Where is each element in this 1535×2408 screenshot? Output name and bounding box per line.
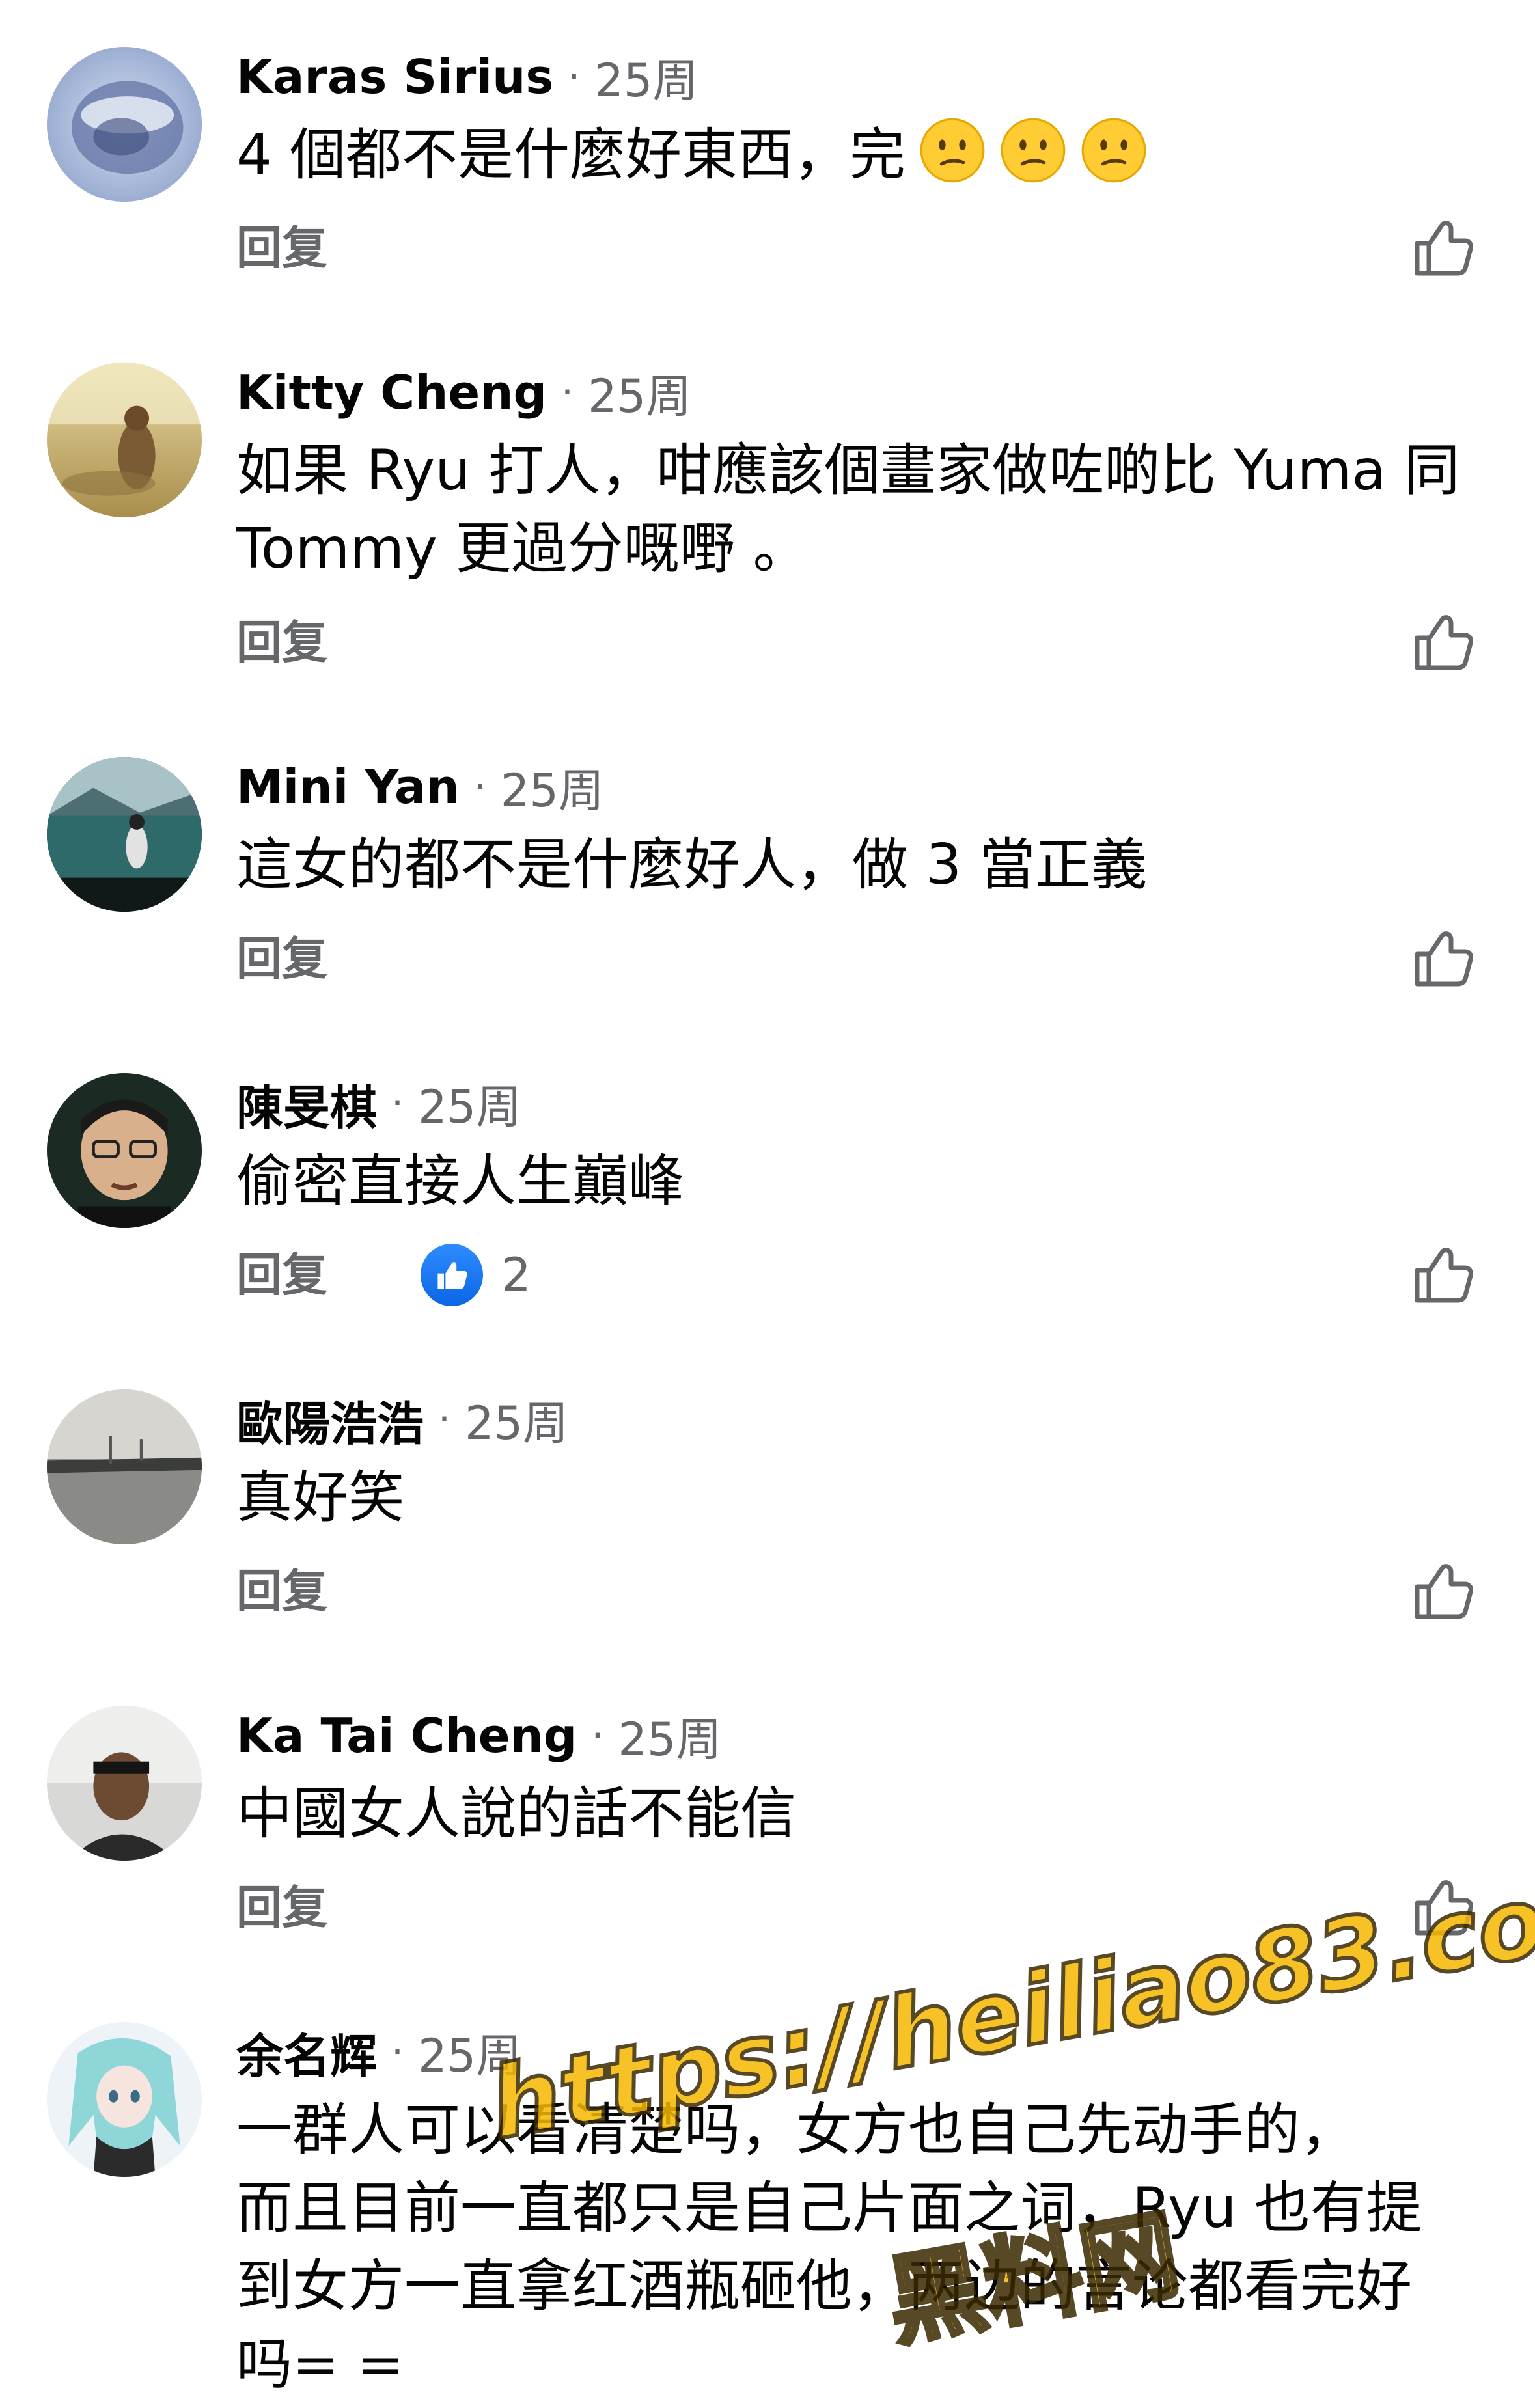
like-button[interactable] <box>1409 1242 1474 1307</box>
reply-button[interactable]: 回复 <box>236 929 327 988</box>
comment-author[interactable]: 歐陽浩浩 <box>236 1386 424 1454</box>
comment-time: 25周 <box>418 2029 522 2083</box>
like-button[interactable] <box>1409 1558 1474 1623</box>
comment-text: 一群人可以看清楚吗，女方也自己先动手的， 而且目前一直都只是自己片面之词，Ryu… <box>236 2091 1473 2403</box>
comment-text: 這女的都不是什麼好人，做 3 當正義 <box>236 832 1148 897</box>
comment-text-line: 吗= = <box>236 2332 404 2397</box>
comment-meta: Ka Tai Cheng · 25周 <box>236 1703 722 1768</box>
comment-time: 25周 <box>465 1396 569 1450</box>
comment-time: 25周 <box>588 369 692 423</box>
avatar[interactable] <box>47 2022 202 2177</box>
comment-time: 25周 <box>618 1712 722 1766</box>
thumbs-up-icon <box>1415 1248 1473 1303</box>
comment-author[interactable]: Ka Tai Cheng <box>236 1708 577 1763</box>
separator-dot: · <box>561 370 574 415</box>
avatar[interactable] <box>47 47 202 202</box>
avatar[interactable] <box>47 1389 202 1544</box>
comment-meta: 陳旻棋 · 25周 <box>236 1071 521 1136</box>
confused-face-icon <box>1080 116 1148 184</box>
comment-meta: Kitty Cheng · 25周 <box>236 360 691 425</box>
comment-author[interactable]: 陳旻棋 <box>236 1069 377 1138</box>
comment-meta: 歐陽浩浩 · 25周 <box>236 1387 568 1452</box>
separator-dot: · <box>568 54 581 100</box>
thumbs-up-icon <box>1415 1880 1473 1936</box>
comment-text-line: 到女方一直拿红酒瓶砸他，两边的言论都看完好 <box>236 2254 1412 2319</box>
comment-text-content: 4 個都不是什麼好東西，完 <box>236 122 906 187</box>
like-reaction-icon <box>421 1244 483 1306</box>
separator-dot: · <box>391 1080 404 1126</box>
comment-text: 如果 Ryu 打人，咁應該個畫家做咗啲比 Yuma 同 Tommy 更過分嘅嘢 … <box>236 431 1473 588</box>
separator-dot: · <box>391 2029 404 2075</box>
separator-dot: · <box>591 1713 604 1758</box>
avatar[interactable] <box>47 1073 202 1228</box>
reply-button[interactable]: 回复 <box>236 1246 327 1304</box>
like-button[interactable] <box>1409 609 1474 674</box>
comment-author[interactable]: Karas Sirius <box>236 49 553 104</box>
reply-button[interactable]: 回复 <box>236 219 327 277</box>
reaction-summary[interactable]: 2 <box>421 1242 531 1307</box>
separator-dot: · <box>473 764 486 810</box>
thumbs-up-icon <box>1415 931 1473 987</box>
like-button[interactable] <box>1409 925 1474 991</box>
reply-button[interactable]: 回复 <box>236 1562 327 1621</box>
like-button[interactable] <box>1409 215 1474 280</box>
comment-time: 25周 <box>418 1080 522 1134</box>
comment-text-line: Tommy 更過分嘅嘢 。 <box>236 516 809 581</box>
comment-meta: 余名辉 · 25周 <box>236 2019 521 2085</box>
like-button[interactable] <box>1409 1874 1474 1939</box>
comment-text-line: 一群人可以看清楚吗，女方也自己先动手的， <box>236 2098 1356 2163</box>
comment-author[interactable]: Mini Yan <box>236 759 460 814</box>
thumbs-up-icon <box>1415 221 1473 276</box>
comment-author[interactable]: 余名辉 <box>236 2018 377 2086</box>
reply-button[interactable]: 回复 <box>236 613 327 672</box>
thumbs-up-icon <box>1415 615 1473 670</box>
comment-time: 25周 <box>594 53 698 107</box>
confused-face-icon <box>919 116 986 184</box>
comment-text-line: 而且目前一直都只是自己片面之词，Ryu 也有提 <box>236 2176 1422 2241</box>
comment-text: 中國女人說的話不能信 <box>236 1781 796 1846</box>
avatar[interactable] <box>47 1706 202 1861</box>
thumbs-up-icon <box>1415 1564 1473 1619</box>
comment-text: 偷密直接人生巔峰 <box>236 1149 684 1214</box>
separator-dot: · <box>438 1397 451 1442</box>
comment-meta: Mini Yan · 25周 <box>236 754 604 819</box>
avatar[interactable] <box>47 363 202 517</box>
reply-button[interactable]: 回复 <box>236 1878 327 1937</box>
confused-face-icon <box>999 116 1067 184</box>
comment-author[interactable]: Kitty Cheng <box>236 365 547 420</box>
avatar[interactable] <box>47 757 202 912</box>
comment-text: 4 個都不是什麼好東西，完 <box>236 116 1473 194</box>
comment-text-line: 如果 Ryu 打人，咁應該個畫家做咗啲比 Yuma 同 <box>236 438 1460 503</box>
comment-meta: Karas Sirius · 25周 <box>236 44 698 109</box>
reaction-count: 2 <box>501 1248 531 1302</box>
comment-time: 25周 <box>500 763 604 817</box>
comment-text: 真好笑 <box>236 1465 404 1530</box>
